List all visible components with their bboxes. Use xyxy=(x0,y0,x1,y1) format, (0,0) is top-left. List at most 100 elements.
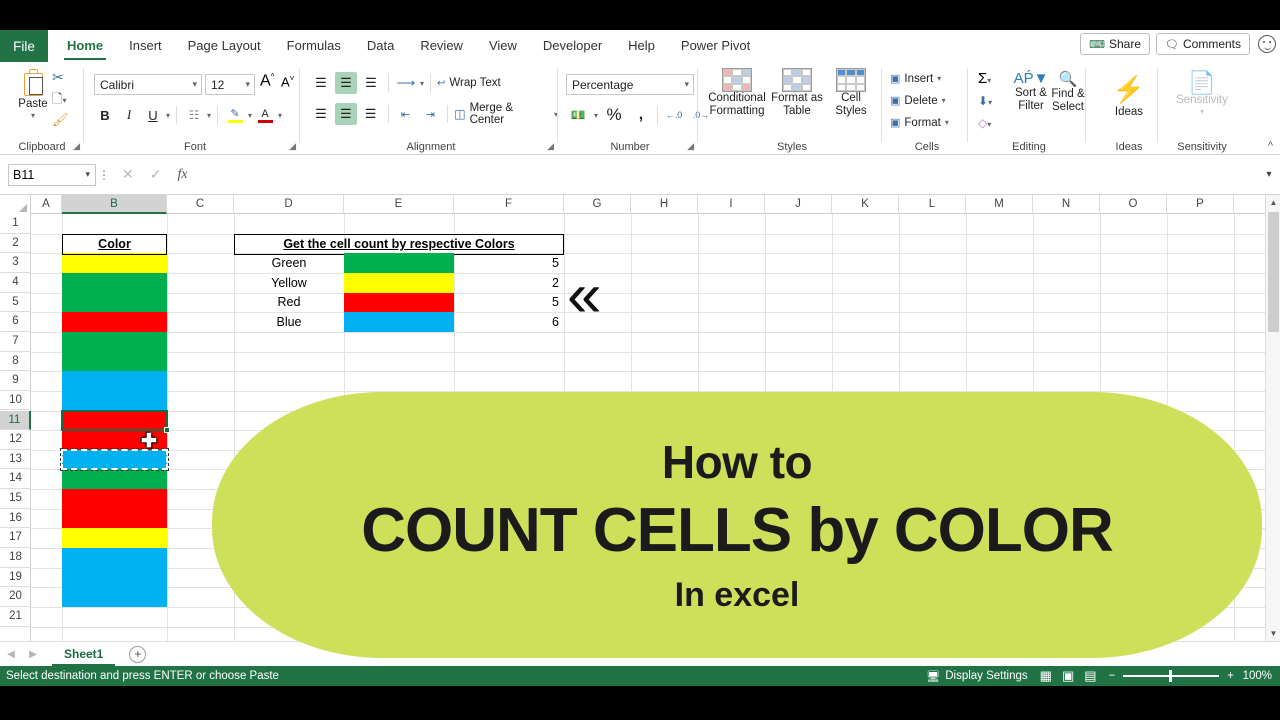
number-format-combo[interactable]: Percentage ▾ xyxy=(566,74,694,95)
column-header-b[interactable]: B xyxy=(62,195,167,214)
page-break-view-icon[interactable]: ▤ xyxy=(1084,668,1096,684)
font-color-icon[interactable]: A xyxy=(254,104,276,126)
underline-chevron-down-icon[interactable]: ▾ xyxy=(166,111,170,120)
cell-styles-label[interactable]: Cell Styles xyxy=(826,92,876,118)
vertical-scrollbar[interactable]: ▲ ▼ xyxy=(1265,195,1280,641)
clear-button[interactable]: ◇▾ xyxy=(978,116,991,130)
autosum-button[interactable]: Σ▾ xyxy=(978,70,991,87)
cell-d2-title-header[interactable]: Get the cell count by respective Colors xyxy=(234,233,564,256)
alignment-dialog-launcher[interactable]: ◢ xyxy=(547,141,554,152)
grow-font-icon[interactable]: A^ xyxy=(260,72,274,90)
select-all-corner[interactable] xyxy=(0,195,31,214)
name-box-chevron-down-icon[interactable]: ▾ xyxy=(85,169,90,180)
color-cell-b7[interactable] xyxy=(62,331,167,352)
summary-swatch-red[interactable] xyxy=(344,292,454,313)
tab-formulas[interactable]: Formulas xyxy=(274,30,354,62)
color-cell-b15[interactable] xyxy=(62,489,167,509)
plus-circle-icon[interactable]: + xyxy=(129,645,147,663)
fill-handle[interactable] xyxy=(164,427,170,434)
column-header-i[interactable]: I xyxy=(698,195,765,214)
summary-swatch-green[interactable] xyxy=(344,253,454,273)
row-header-6[interactable]: 6 xyxy=(0,312,31,332)
font-size-combo[interactable]: 12 ▾ xyxy=(205,74,255,95)
copy-icon[interactable]: 🗋▾ xyxy=(52,90,66,112)
fill-down-button[interactable]: ⬇▾ xyxy=(978,94,992,108)
merge-center-button[interactable]: ◫ Merge & Center ▾ xyxy=(454,102,558,126)
color-cell-b11[interactable] xyxy=(62,410,167,431)
increase-decimal-icon[interactable]: ←.0 xyxy=(663,104,685,126)
fill-color-chevron-down-icon[interactable]: ▾ xyxy=(248,111,252,120)
find-select-label[interactable]: Find & Select xyxy=(1050,88,1086,114)
comma-style-button[interactable]: , xyxy=(630,104,652,126)
row-header-5[interactable]: 5 xyxy=(0,293,31,313)
tab-help[interactable]: Help xyxy=(615,30,668,62)
sheet-tab-sheet1[interactable]: Sheet1 xyxy=(52,642,116,666)
column-header-p[interactable]: P xyxy=(1167,195,1234,214)
summary-count-green[interactable]: 5 xyxy=(454,253,564,273)
conditional-formatting-label[interactable]: Conditional Formatting xyxy=(708,92,766,118)
cut-icon[interactable]: ✂ xyxy=(52,69,64,86)
color-cell-b5[interactable] xyxy=(62,292,167,313)
row-header-20[interactable]: 20 xyxy=(0,587,31,607)
column-header-c[interactable]: C xyxy=(167,195,234,214)
column-header-j[interactable]: J xyxy=(765,195,832,214)
color-cell-b13[interactable] xyxy=(62,449,167,470)
number-dialog-launcher[interactable]: ◢ xyxy=(687,141,694,152)
format-as-table-icon[interactable] xyxy=(782,68,812,92)
sort-filter-icon[interactable]: AṔ▼ xyxy=(1012,70,1050,87)
display-settings-button[interactable]: 🖥 Display Settings xyxy=(926,670,1027,683)
color-cell-b20[interactable] xyxy=(62,587,167,607)
summary-label-blue[interactable]: Blue xyxy=(234,312,344,332)
formula-bar-more-icon[interactable]: ⋮ xyxy=(96,168,112,182)
decrease-indent-icon[interactable]: ⇤ xyxy=(395,103,417,125)
zoom-slider-thumb[interactable] xyxy=(1169,670,1173,683)
column-header-g[interactable]: G xyxy=(564,195,631,214)
column-header-m[interactable]: M xyxy=(966,195,1033,214)
accounting-chevron-down-icon[interactable]: ▾ xyxy=(594,111,598,120)
normal-view-icon[interactable]: ▦ xyxy=(1040,668,1052,684)
format-as-table-label[interactable]: Format as Table xyxy=(770,92,824,118)
borders-chevron-down-icon[interactable]: ▾ xyxy=(207,111,211,120)
align-right-button[interactable]: ☰ xyxy=(360,103,382,125)
paste-dropdown-icon[interactable]: ▾ xyxy=(8,111,58,120)
row-header-19[interactable]: 19 xyxy=(0,568,31,588)
column-header-f[interactable]: F xyxy=(454,195,564,214)
column-header-a[interactable]: A xyxy=(31,195,62,214)
summary-label-red[interactable]: Red xyxy=(234,293,344,313)
align-top-button[interactable]: ☰ xyxy=(310,72,332,94)
font-color-chevron-down-icon[interactable]: ▾ xyxy=(278,111,282,120)
row-header-4[interactable]: 4 xyxy=(0,273,31,293)
cancel-icon[interactable]: ✕ xyxy=(122,166,134,183)
color-cell-b16[interactable] xyxy=(62,508,167,529)
row-header-10[interactable]: 10 xyxy=(0,391,31,411)
tab-view[interactable]: View xyxy=(476,30,530,62)
color-cell-b4[interactable] xyxy=(62,272,167,293)
row-header-21[interactable]: 21 xyxy=(0,607,31,627)
delete-cells-chevron-down-icon[interactable]: ▾ xyxy=(942,96,946,105)
cell-b2-color-header[interactable]: Color xyxy=(62,233,167,256)
summary-label-yellow[interactable]: Yellow xyxy=(234,273,344,293)
color-cell-b10[interactable] xyxy=(62,390,167,411)
column-header-l[interactable]: L xyxy=(899,195,966,214)
tab-developer[interactable]: Developer xyxy=(530,30,615,62)
column-header-h[interactable]: H xyxy=(631,195,698,214)
color-cell-b17[interactable] xyxy=(62,528,167,549)
row-header-14[interactable]: 14 xyxy=(0,469,31,490)
formula-bar-expand-chevron-down-icon[interactable]: ▾ xyxy=(1258,169,1280,180)
shrink-font-icon[interactable]: A˅ xyxy=(281,74,294,89)
tab-home[interactable]: Home xyxy=(54,30,116,62)
name-box[interactable]: B11 ▾ xyxy=(8,163,96,186)
tab-insert[interactable]: Insert xyxy=(116,30,175,62)
row-header-12[interactable]: 12 xyxy=(0,430,31,450)
column-header-k[interactable]: K xyxy=(832,195,899,214)
borders-icon[interactable]: ☷ xyxy=(183,104,205,126)
font-family-combo[interactable]: Calibri ▾ xyxy=(94,74,202,95)
color-cell-b8[interactable] xyxy=(62,351,167,372)
nav-next-icon[interactable]: ▶ xyxy=(22,649,44,660)
italic-button[interactable]: I xyxy=(118,104,140,126)
color-cell-b6[interactable] xyxy=(62,312,167,332)
row-header-17[interactable]: 17 xyxy=(0,528,31,549)
formula-input[interactable] xyxy=(197,163,1258,186)
font-family-chevron-down-icon[interactable]: ▾ xyxy=(192,79,197,90)
find-select-icon[interactable]: 🔍 xyxy=(1050,70,1086,88)
